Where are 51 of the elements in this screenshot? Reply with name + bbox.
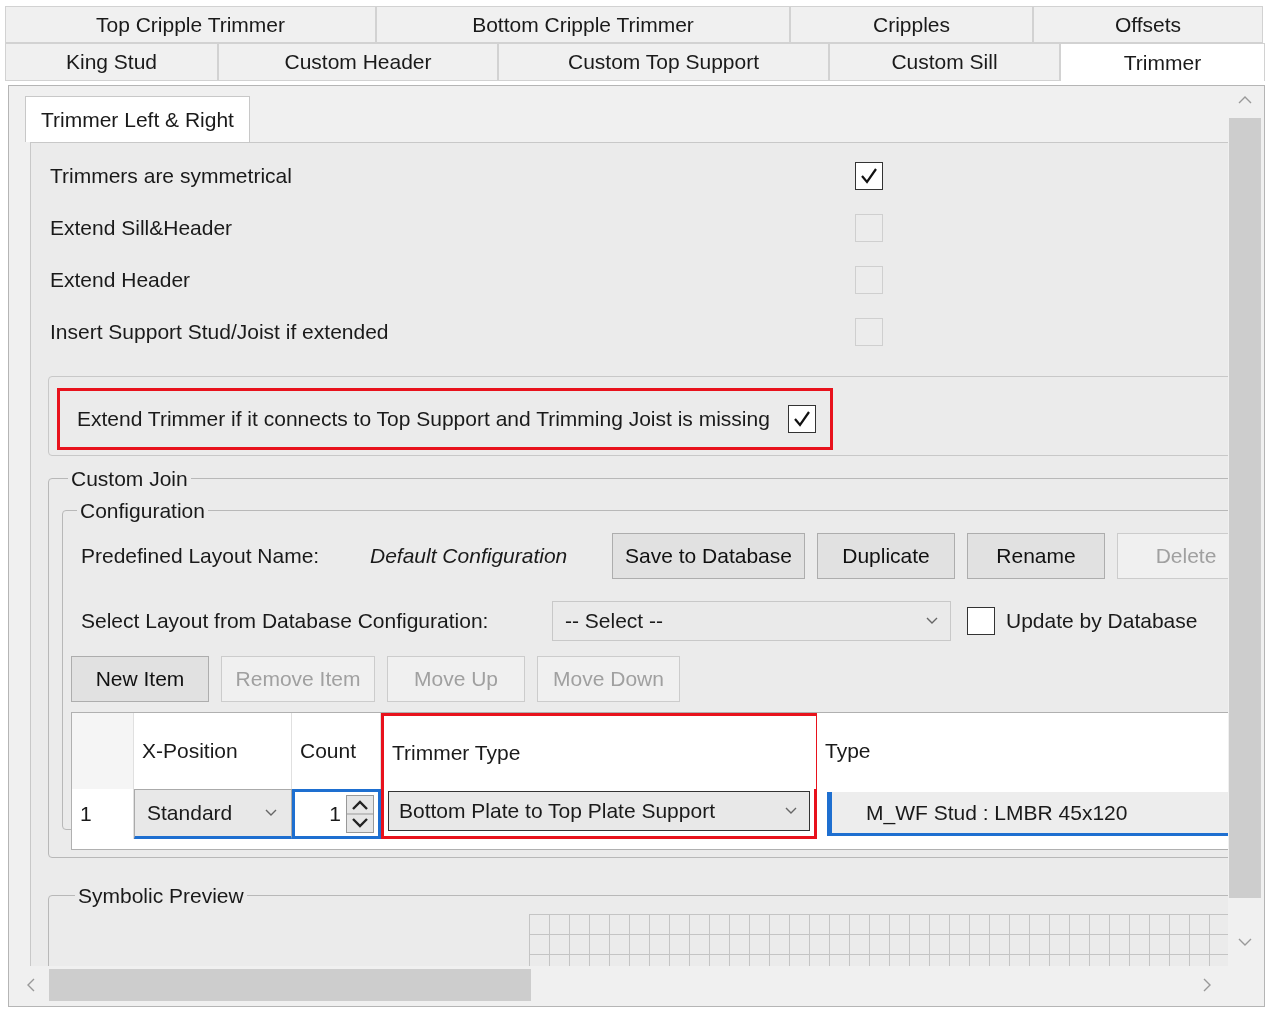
tab[interactable]: Cripples	[790, 6, 1033, 43]
option-label: Extend Header	[50, 267, 192, 294]
button[interactable]: Save to Database	[612, 533, 805, 579]
chevron-up-icon[interactable]	[1238, 96, 1252, 104]
option-label: Insert Support Stud/Joist if extended	[50, 319, 390, 346]
checkbox[interactable]	[787, 405, 816, 433]
select-value: -- Select --	[565, 608, 663, 635]
option-label: Trimmers are symmetrical	[50, 163, 293, 190]
tab[interactable]: Custom Top Support	[498, 43, 829, 81]
chevron-down-icon[interactable]	[1238, 938, 1252, 946]
group-title: Configuration	[80, 498, 205, 522]
tab[interactable]: Top Cripple Trimmer	[5, 6, 376, 43]
checkbox[interactable]	[855, 162, 883, 190]
chevron-left-icon[interactable]	[27, 978, 35, 992]
checkbox[interactable]	[967, 607, 995, 635]
tab[interactable]: Trimmer	[1060, 43, 1265, 81]
option-label: Extend Sill&Header	[50, 215, 234, 242]
button[interactable]: New Item	[71, 656, 209, 702]
chevron-down-icon	[265, 809, 277, 817]
checkbox-label: Update by Database	[1006, 608, 1198, 635]
cell-value: 1	[328, 801, 342, 828]
group-title: Symbolic Preview	[78, 884, 244, 907]
scroll-thumb[interactable]	[1229, 118, 1261, 898]
spin-field[interactable]: 1	[292, 789, 381, 839]
layout-name: Default Configuration	[370, 543, 569, 570]
check-icon	[791, 409, 812, 429]
select-dropdown[interactable]: -- Select --	[552, 601, 951, 641]
cell-value: M_WF Stud : LMBR 45x120	[866, 799, 1128, 827]
tab[interactable]: King Stud	[5, 43, 218, 81]
button[interactable]: Rename	[967, 533, 1105, 579]
group-title: Custom Join	[71, 467, 188, 490]
check-icon	[859, 166, 879, 186]
tab[interactable]: Trimmer Left & Right	[25, 96, 250, 142]
spin-arrows-icon[interactable]	[346, 795, 374, 833]
button[interactable]: Duplicate	[817, 533, 955, 579]
option-label: Extend Trimmer if it connects to Top Support and Trimming Joist is missing	[77, 406, 770, 433]
chevron-down-icon	[926, 617, 938, 625]
dropdown-cell[interactable]: Bottom Plate to Top Plate Support	[388, 791, 810, 831]
dropdown-cell[interactable]: Standard	[134, 789, 292, 839]
cell-value: Standard	[147, 800, 233, 827]
scroll-thumb[interactable]	[49, 969, 531, 1001]
field-label: Predefined Layout Name:	[81, 543, 321, 570]
tab[interactable]: Bottom Cripple Trimmer	[376, 6, 790, 43]
field-label: Select Layout from Database Configuration:	[81, 608, 490, 635]
tab[interactable]: Custom Header	[218, 43, 498, 81]
type-cell[interactable]: M_WF Stud : LMBR 45x120	[827, 792, 1228, 836]
chevron-down-icon	[785, 807, 797, 815]
tab[interactable]: Offsets	[1033, 6, 1263, 43]
chevron-right-icon[interactable]	[1203, 978, 1211, 992]
tab[interactable]: Custom Sill	[829, 43, 1060, 81]
cell-value: Bottom Plate to Top Plate Support	[399, 798, 715, 825]
